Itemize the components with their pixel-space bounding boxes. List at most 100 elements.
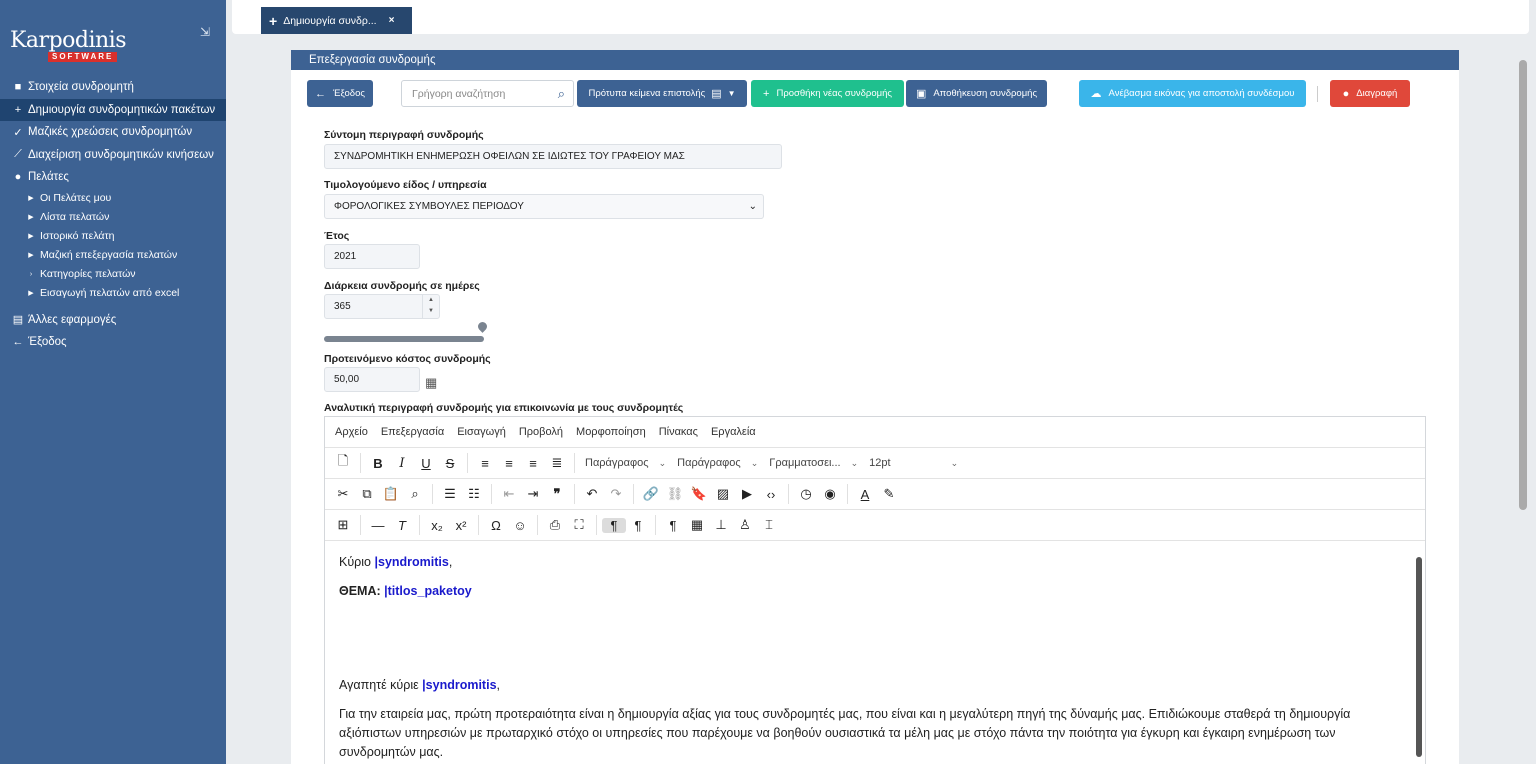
caret-right-icon: ▶ (28, 233, 34, 240)
text-color-icon[interactable]: A (853, 487, 877, 502)
find-icon[interactable]: ⌕ (403, 486, 427, 502)
sidebar-item-exit[interactable]: ← Έξοδος (0, 331, 226, 354)
clear-formatting-icon[interactable]: T (390, 518, 414, 533)
cost-field[interactable]: 50,00 (324, 367, 420, 392)
sidebar-item-label: Διαχείριση συνδρομητικών κινήσεων (28, 148, 214, 161)
font-family-select[interactable]: Γραμματοσει... ⌄ (769, 457, 864, 469)
sidebar-item-my-customers[interactable]: ▶ Οι Πελάτες μου (0, 189, 226, 208)
show-blocks-icon[interactable]: ¶ (661, 518, 685, 533)
duration-stepper[interactable]: 365 ▲ ▼ (324, 294, 440, 319)
outdent-icon[interactable]: ⇤ (497, 486, 521, 502)
sidebar-item-other-apps[interactable]: ▤ Άλλες εφαρμογές (0, 309, 226, 332)
align-right-icon[interactable]: ≡ (521, 456, 545, 471)
strikethrough-icon[interactable]: S (438, 456, 462, 471)
bullet-list-icon[interactable]: ☰ (438, 486, 462, 502)
code-icon[interactable]: ‹› (759, 487, 783, 502)
duration-slider-track[interactable] (324, 336, 484, 342)
bookmark-icon[interactable]: 🔖 (687, 486, 711, 502)
billed-item-select[interactable]: ΦΟΡΟΛΟΓΙΚΕΣ ΣΥΜΒΟΥΛΕΣ ΠΕΡΙΟΔΟΥ ⌄ (324, 194, 764, 219)
upload-label: Ανέβασμα εικόνας για αποστολή συνδέσμου (1108, 88, 1295, 99)
rtl-icon[interactable]: ¶ (626, 518, 650, 533)
preview-eye-icon[interactable]: ◉ (818, 486, 842, 502)
sidebar-item-import-excel[interactable]: ▶ Εισαγωγή πελατών από excel (0, 284, 226, 303)
clock-icon[interactable]: ◷ (794, 486, 818, 502)
undo-icon[interactable]: ↶ (580, 486, 604, 502)
collapse-icon[interactable]: ⇲ (200, 25, 210, 39)
ltr-icon[interactable]: ¶ (602, 517, 626, 533)
sidebar-item-subscriber-info[interactable]: ■ Στοιχεία συνδρομητή (0, 76, 226, 99)
special-char-icon[interactable]: Ω (484, 518, 508, 533)
image-icon[interactable]: ▨ (711, 486, 735, 502)
search-input[interactable]: Γρήγορη αναζήτηση ⌕ (401, 80, 574, 107)
block-format-select[interactable]: Παράγραφος ⌄ (585, 457, 672, 469)
font-size-select[interactable]: 12pt ⌄ (869, 457, 964, 469)
align-center-icon[interactable]: ≡ (497, 456, 521, 471)
tab-create-subscription[interactable]: + Δημιουργία συνδρ... × (261, 7, 412, 34)
menu-insert[interactable]: Εισαγωγή (457, 426, 506, 438)
duration-slider-thumb[interactable] (476, 320, 489, 333)
sidebar-item-subscription-moves[interactable]: ⟋ Διαχείριση συνδρομητικών κινήσεων (0, 144, 226, 167)
save-subscription-button[interactable]: ▣ Αποθήκευση συνδρομής (906, 80, 1047, 107)
sidebar-item-customer-list[interactable]: ▶ Λίστα πελατών (0, 208, 226, 227)
sidebar-item-categories[interactable]: › Κατηγορίες πελατών (0, 265, 226, 284)
paste-icon[interactable]: 📋 (379, 486, 403, 502)
redo-icon[interactable]: ↷ (604, 486, 628, 502)
print-icon[interactable]: ⎙ (543, 517, 567, 533)
templates-dropdown-button[interactable]: Πρότυπα κείμενα επιστολής ▤ ▼ (577, 80, 747, 107)
editor-content[interactable]: Κύριο |syndromitis, ΘΕΜΑ: |titlos_paketo… (325, 541, 1425, 764)
menu-table[interactable]: Πίνακας (659, 426, 698, 438)
spinner-arrows-icon[interactable]: ▲ ▼ (422, 295, 439, 318)
search-icon[interactable]: ⌕ (558, 86, 565, 102)
menu-format[interactable]: Μορφοποίηση (576, 426, 646, 438)
menu-view[interactable]: Προβολή (519, 426, 563, 438)
detailed-description-label: Αναλυτική περιγραφή συνδρομής για επικοι… (324, 402, 684, 414)
menu-tools[interactable]: Εργαλεία (711, 426, 756, 438)
emoji-icon[interactable]: ☺ (508, 518, 532, 533)
cut-icon[interactable]: ✂ (331, 486, 355, 502)
delete-button[interactable]: ● Διαγραφή (1330, 80, 1410, 107)
add-subscription-button[interactable]: + Προσθήκη νέας συνδρομής (751, 80, 904, 107)
year-field[interactable]: 2021 (324, 244, 420, 269)
text: Κύριο (339, 555, 375, 569)
close-icon[interactable]: × (389, 15, 395, 26)
visual-chars-icon[interactable]: ▦ (685, 517, 709, 533)
italic-icon[interactable]: I (390, 456, 414, 471)
insert-field-icon[interactable]: ⊥ (709, 517, 733, 533)
align-justify-icon[interactable]: ≣ (545, 455, 569, 471)
horizontal-line-icon[interactable]: — (366, 518, 390, 533)
editor-scrollbar[interactable] (1416, 557, 1422, 757)
link-icon[interactable]: 🔗 (639, 486, 663, 502)
fullscreen-icon[interactable]: ⛶ (567, 517, 591, 533)
sidebar-item-create-packages[interactable]: + Δημιουργία συνδρομητικών πακέτων (0, 98, 226, 121)
menu-edit[interactable]: Επεξεργασία (381, 426, 444, 438)
copy-icon[interactable]: ⧉ (355, 486, 379, 502)
upload-image-button[interactable]: ☁ Ανέβασμα εικόνας για αποστολή συνδέσμου (1079, 80, 1306, 107)
sidebar-item-mass-charges[interactable]: ✓ Μαζικές χρεώσεις συνδρομητών (0, 121, 226, 144)
table-icon[interactable]: ⊞ (331, 517, 355, 533)
block-format-select-2[interactable]: Παράγραφος ⌄ (677, 457, 764, 469)
calculator-icon[interactable]: ▦ (425, 375, 437, 391)
sidebar-item-customers[interactable]: ● Πελάτες (0, 166, 226, 189)
sidebar-item-customer-history[interactable]: ▶ Ιστορικό πελάτη (0, 227, 226, 246)
bold-icon[interactable]: B (366, 456, 390, 471)
indent-icon[interactable]: ⇥ (521, 486, 545, 502)
sidebar-item-mass-edit[interactable]: ▶ Μαζική επεξεργασία πελατών (0, 246, 226, 265)
tab-bar: + Δημιουργία συνδρ... × (232, 0, 1529, 34)
new-document-icon[interactable]: 🗋 (331, 452, 355, 474)
superscript-icon[interactable]: x² (449, 518, 473, 533)
subscript-icon[interactable]: x₂ (425, 518, 449, 533)
page-break-icon[interactable]: ⌶ (757, 517, 781, 533)
underline-icon[interactable]: U (414, 456, 438, 471)
align-left-icon[interactable]: ≡ (473, 456, 497, 471)
media-icon[interactable]: ▶ (735, 486, 759, 502)
user-icon: ■ (14, 81, 22, 94)
exit-button[interactable]: ← Έξοδος (307, 80, 373, 107)
short-description-field[interactable]: ΣΥΝΔΡΟΜΗΤΙΚΗ ΕΝΗΜΕΡΩΣΗ ΟΦΕΙΛΩΝ ΣΕ ΙΔΙΩΤΕ… (324, 144, 782, 169)
menu-file[interactable]: Αρχείο (335, 426, 368, 438)
stamp-icon[interactable]: ♙ (733, 517, 757, 533)
unlink-icon[interactable]: ⛓ (663, 486, 687, 502)
page-scrollbar[interactable] (1519, 60, 1527, 510)
highlight-color-icon[interactable]: ✎ (877, 486, 901, 502)
blockquote-icon[interactable]: ❞ (545, 486, 569, 502)
numbered-list-icon[interactable]: ☷ (462, 486, 486, 502)
